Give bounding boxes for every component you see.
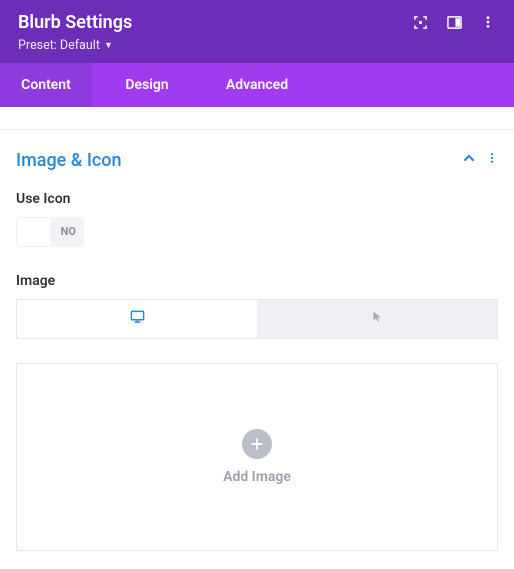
add-image-text: Add Image xyxy=(223,469,291,485)
tab-advanced[interactable]: Advanced xyxy=(202,63,312,107)
add-image-dropzone[interactable]: Add Image xyxy=(16,363,498,551)
panel-layout-icon[interactable] xyxy=(446,14,462,30)
blurb-settings-window: Blurb Settings Preset: Default ▼ xyxy=(0,0,514,569)
focus-icon[interactable] xyxy=(412,14,428,30)
header: Blurb Settings Preset: Default ▼ xyxy=(0,0,514,63)
tab-content[interactable]: Content xyxy=(0,63,92,107)
hover-view-tab[interactable] xyxy=(257,300,497,338)
preset-label: Preset: Default xyxy=(18,38,100,53)
desktop-icon xyxy=(130,309,145,328)
chevron-up-icon[interactable] xyxy=(462,151,476,169)
image-field: Image xyxy=(16,273,498,551)
toggle-knob xyxy=(17,218,51,246)
main-tabs: Content Design Advanced xyxy=(0,63,514,107)
kebab-menu-icon[interactable] xyxy=(486,152,498,168)
image-label: Image xyxy=(16,273,498,289)
section-controls xyxy=(462,151,498,169)
use-icon-field: Use Icon NO xyxy=(16,191,498,251)
preset-selector[interactable]: Preset: Default ▼ xyxy=(18,38,113,53)
kebab-menu-icon[interactable] xyxy=(480,14,496,30)
toggle-state: NO xyxy=(61,225,76,238)
tab-design[interactable]: Design xyxy=(92,63,202,107)
section-title: Image & Icon xyxy=(16,150,122,171)
header-actions xyxy=(412,14,496,30)
cursor-icon xyxy=(371,310,384,327)
use-icon-label: Use Icon xyxy=(16,191,498,207)
desktop-view-tab[interactable] xyxy=(17,300,257,338)
use-icon-toggle[interactable]: NO xyxy=(16,217,84,247)
panel: Image & Icon Use Icon NO xyxy=(0,130,514,567)
image-view-tabs xyxy=(16,299,498,339)
header-left: Blurb Settings Preset: Default ▼ xyxy=(18,12,132,53)
caret-down-icon: ▼ xyxy=(104,40,113,51)
window-title: Blurb Settings xyxy=(18,12,132,34)
section-header[interactable]: Image & Icon xyxy=(16,150,498,171)
plus-icon xyxy=(242,429,272,459)
